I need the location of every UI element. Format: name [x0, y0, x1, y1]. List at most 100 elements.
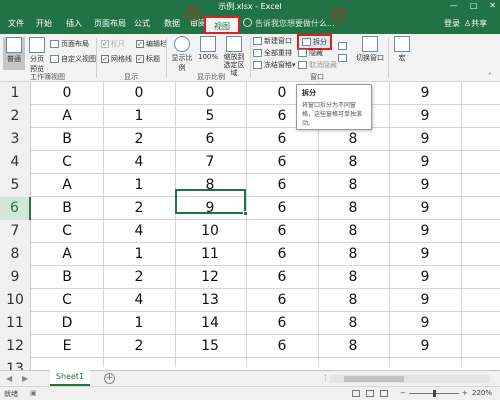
table-cell[interactable]: 12	[180, 266, 240, 289]
table-cell[interactable]: C	[37, 289, 97, 312]
switch-windows-button[interactable]: 切换窗口	[356, 36, 384, 63]
table-cell[interactable]: 9	[395, 335, 455, 358]
tab-data[interactable]: 数据	[164, 18, 180, 29]
formula-bar-checkbox[interactable]: ✓ 编辑栏	[136, 39, 167, 49]
table-cell[interactable]: 8	[323, 220, 383, 243]
row-header[interactable]: 10	[0, 289, 31, 312]
normal-view-status-icon[interactable]	[352, 390, 360, 397]
table-cell[interactable]: 11	[180, 243, 240, 266]
table-cell[interactable]: 6	[252, 128, 312, 151]
custom-views-button[interactable]: 自定义视图	[50, 54, 96, 64]
horizontal-scrollbar[interactable]	[330, 375, 490, 383]
sheet-prev-icon[interactable]: ◀	[6, 374, 12, 383]
table-cell[interactable]: 14	[180, 312, 240, 335]
close-icon[interactable]: ✕	[489, 1, 496, 10]
table-cell[interactable]: 1	[109, 312, 169, 335]
row-header[interactable]: 7	[0, 220, 31, 243]
freeze-panes-button[interactable]: 冻结窗格 ▾	[253, 60, 296, 70]
table-cell[interactable]: E	[37, 335, 97, 358]
zoom-to-selection-button[interactable]: 缩放到选定区域	[221, 36, 247, 77]
row-header[interactable]: 2	[0, 105, 31, 128]
table-cell[interactable]: 4	[109, 289, 169, 312]
table-cell[interactable]: 4	[109, 151, 169, 174]
row-header[interactable]: 9	[0, 266, 31, 289]
row-header[interactable]: 6	[0, 197, 31, 220]
zoom-button[interactable]: 显示比例	[169, 36, 195, 73]
collapse-ribbon-icon[interactable]: ˄	[488, 72, 492, 81]
gridlines-checkbox[interactable]: ✓ 网格线	[101, 54, 132, 64]
table-cell[interactable]: 6	[252, 174, 312, 197]
macros-button[interactable]: 宏	[392, 36, 412, 63]
table-cell[interactable]: 8	[323, 197, 383, 220]
table-cell[interactable]: 6	[252, 266, 312, 289]
tab-home[interactable]: 开始	[36, 18, 52, 29]
row-header[interactable]: 5	[0, 174, 31, 197]
zoom-in-icon[interactable]: +	[462, 389, 468, 397]
tab-view[interactable]: 视图	[204, 16, 240, 34]
maximize-icon[interactable]: □	[470, 1, 478, 10]
synchronous-scrolling-button[interactable]	[338, 54, 349, 62]
table-cell[interactable]: 9	[395, 151, 455, 174]
table-cell[interactable]: 9	[395, 266, 455, 289]
table-cell[interactable]: 13	[180, 289, 240, 312]
table-cell[interactable]: C	[37, 220, 97, 243]
table-cell[interactable]: 9	[395, 197, 455, 220]
login-link[interactable]: 登录	[444, 18, 460, 29]
table-cell[interactable]: 2	[109, 335, 169, 358]
table-cell[interactable]: 6	[252, 243, 312, 266]
zoom-out-icon[interactable]: −	[400, 389, 406, 397]
table-cell[interactable]: 8	[323, 151, 383, 174]
table-cell[interactable]: B	[37, 266, 97, 289]
table-cell[interactable]: 10	[180, 220, 240, 243]
table-cell[interactable]: 9	[395, 128, 455, 151]
horizontal-scroll-thumb[interactable]	[344, 376, 404, 382]
table-cell[interactable]: 9	[395, 243, 455, 266]
table-cell[interactable]: 6	[252, 151, 312, 174]
table-cell[interactable]: 0	[180, 82, 240, 105]
table-cell[interactable]: 6	[252, 220, 312, 243]
row-header[interactable]: 11	[0, 312, 31, 335]
table-cell[interactable]: 9	[395, 82, 455, 105]
table-cell[interactable]: B	[37, 128, 97, 151]
table-cell[interactable]: 9	[395, 312, 455, 335]
table-cell[interactable]: D	[37, 312, 97, 335]
table-cell[interactable]: 8	[323, 335, 383, 358]
minimize-icon[interactable]: —	[450, 1, 458, 10]
table-cell[interactable]: 8	[323, 266, 383, 289]
row-header[interactable]: 3	[0, 128, 31, 151]
table-cell[interactable]: 9	[395, 289, 455, 312]
share-button[interactable]: ♙共享	[464, 18, 487, 29]
selected-cell-border[interactable]	[175, 189, 248, 216]
tab-insert[interactable]: 插入	[66, 18, 82, 29]
tell-me-box[interactable]: 告诉我您想要做什么...	[243, 18, 335, 29]
table-cell[interactable]: 6	[252, 289, 312, 312]
sheet-next-icon[interactable]: ▶	[22, 374, 28, 383]
table-cell[interactable]: 8	[323, 312, 383, 335]
table-cell[interactable]: C	[37, 151, 97, 174]
table-cell[interactable]: 8	[323, 128, 383, 151]
table-cell[interactable]: 0	[109, 82, 169, 105]
table-cell[interactable]: 6	[180, 128, 240, 151]
table-cell[interactable]: 2	[109, 197, 169, 220]
table-cell[interactable]: 7	[180, 151, 240, 174]
table-cell[interactable]: 6	[252, 312, 312, 335]
row-header[interactable]: 4	[0, 151, 31, 174]
row-header[interactable]: 1	[0, 82, 31, 105]
table-cell[interactable]: 1	[109, 243, 169, 266]
table-cell[interactable]: 5	[180, 105, 240, 128]
tab-file[interactable]: 文件	[8, 18, 24, 29]
zoom-slider[interactable]	[408, 389, 459, 397]
tab-formulas[interactable]: 公式	[134, 18, 150, 29]
hide-button[interactable]: 隐藏	[298, 48, 323, 58]
row-header[interactable]: 12	[0, 335, 31, 358]
table-cell[interactable]: 9	[395, 174, 455, 197]
headings-checkbox[interactable]: ✓ 标题	[136, 54, 160, 64]
page-break-preview-button[interactable]: 分页预览	[27, 37, 47, 74]
page-break-status-icon[interactable]	[380, 390, 388, 397]
table-cell[interactable]: 2	[109, 128, 169, 151]
table-cell[interactable]: 6	[252, 197, 312, 220]
view-side-by-side-button[interactable]	[338, 42, 349, 50]
row-header[interactable]: 8	[0, 243, 31, 266]
new-window-button[interactable]: 新建窗口	[253, 36, 292, 46]
tab-split-icon[interactable]: ⋮	[322, 374, 329, 382]
